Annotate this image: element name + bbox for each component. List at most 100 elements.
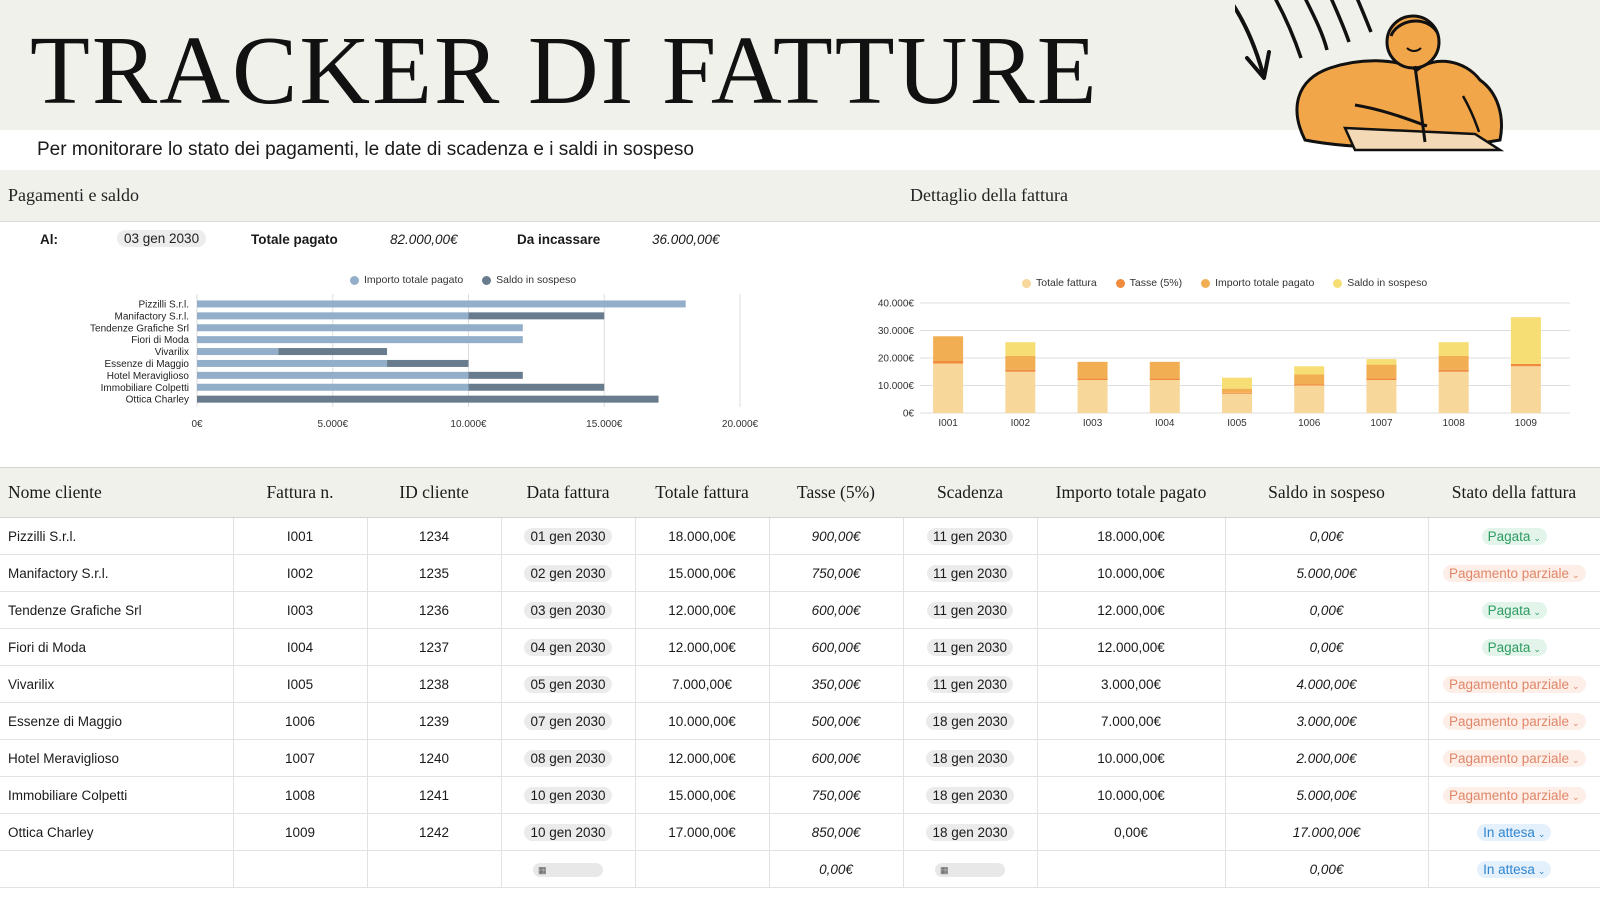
as-of-date[interactable]: 03 gen 2030 — [117, 230, 207, 247]
cell-balance[interactable]: 4.000,00€ — [1225, 665, 1429, 703]
cell-amount-paid[interactable]: 12.000,00€ — [1037, 591, 1226, 629]
cell-invoice-date[interactable]: 02 gen 2030 — [501, 554, 636, 592]
cell-amount-paid[interactable]: 10.000,00€ — [1037, 776, 1226, 814]
invoice-date[interactable]: 02 gen 2030 — [524, 564, 612, 582]
cell-invoice-no[interactable]: I004 — [233, 628, 368, 666]
cell-invoice-date[interactable]: 07 gen 2030 — [501, 702, 636, 740]
cell-client[interactable] — [0, 850, 234, 888]
cell-due-date[interactable]: 18 gen 2030 — [903, 702, 1038, 740]
cell-invoice-no[interactable]: I002 — [233, 554, 368, 592]
cell-due-date[interactable]: 18 gen 2030 — [903, 813, 1038, 851]
cell-invoice-no[interactable]: I005 — [233, 665, 368, 703]
cell-invoice-date[interactable]: 01 gen 2030 — [501, 517, 636, 555]
status-badge[interactable]: Pagamento parziale ⌄ — [1442, 749, 1586, 767]
cell-amount-paid[interactable]: 10.000,00€ — [1037, 739, 1226, 777]
cell-invoice-total[interactable]: 10.000,00€ — [635, 702, 770, 740]
cell-balance[interactable]: 3.000,00€ — [1225, 702, 1429, 740]
cell-status[interactable]: Pagamento parziale ⌄ — [1428, 702, 1600, 740]
cell-balance[interactable]: 2.000,00€ — [1225, 739, 1429, 777]
cell-balance[interactable]: 0,00€ — [1225, 850, 1429, 888]
table-row[interactable]: ▦ 0,00€ ▦ 0,00€ In attesa ⌄ — [0, 850, 1600, 888]
cell-client[interactable]: Pizzilli S.r.l. — [0, 517, 234, 555]
cell-invoice-date[interactable]: 10 gen 2030 — [501, 776, 636, 814]
status-badge[interactable]: Pagata ⌄ — [1481, 601, 1547, 619]
cell-tax[interactable]: 600,00€ — [769, 591, 904, 629]
cell-invoice-no[interactable]: 1009 — [233, 813, 368, 851]
cell-invoice-no[interactable]: I001 — [233, 517, 368, 555]
invoice-date[interactable]: 08 gen 2030 — [524, 749, 612, 767]
cell-invoice-date[interactable]: ▦ — [501, 850, 636, 888]
cell-invoice-total[interactable]: 7.000,00€ — [635, 665, 770, 703]
table-row[interactable]: Hotel Meraviglioso 1007 1240 08 gen 2030 12.… — [0, 739, 1600, 777]
cell-invoice-date[interactable]: 05 gen 2030 — [501, 665, 636, 703]
cell-amount-paid[interactable]: 18.000,00€ — [1037, 517, 1226, 555]
cell-invoice-no[interactable]: I003 — [233, 591, 368, 629]
col-header-tax[interactable]: Tasse (5%) — [769, 467, 903, 518]
cell-invoice-total[interactable]: 15.000,00€ — [635, 776, 770, 814]
cell-amount-paid[interactable]: 7.000,00€ — [1037, 702, 1226, 740]
due-date[interactable]: 18 gen 2030 — [926, 786, 1014, 804]
due-date[interactable]: 18 gen 2030 — [926, 749, 1014, 767]
calendar-icon[interactable]: ▦ — [935, 863, 1005, 878]
cell-invoice-total[interactable]: 17.000,00€ — [635, 813, 770, 851]
cell-invoice-total[interactable] — [635, 850, 770, 888]
due-date[interactable]: 11 gen 2030 — [926, 675, 1014, 693]
cell-status[interactable]: Pagamento parziale ⌄ — [1428, 665, 1600, 703]
cell-client[interactable]: Hotel Meraviglioso — [0, 739, 234, 777]
cell-amount-paid[interactable]: 10.000,00€ — [1037, 554, 1226, 592]
cell-invoice-date[interactable]: 04 gen 2030 — [501, 628, 636, 666]
status-badge[interactable]: In attesa ⌄ — [1477, 823, 1552, 841]
due-date[interactable]: 11 gen 2030 — [926, 564, 1014, 582]
invoice-date[interactable]: 04 gen 2030 — [524, 638, 612, 656]
cell-invoice-no[interactable]: 1007 — [233, 739, 368, 777]
cell-tax[interactable]: 350,00€ — [769, 665, 904, 703]
col-header-invoice-total[interactable]: Totale fattura — [635, 467, 769, 518]
due-date[interactable]: 11 gen 2030 — [926, 601, 1014, 619]
cell-status[interactable]: Pagata ⌄ — [1428, 628, 1600, 666]
col-header-invoice-no[interactable]: Fattura n. — [233, 467, 367, 518]
cell-client-id[interactable]: 1239 — [367, 702, 502, 740]
col-header-invoice-date[interactable]: Data fattura — [501, 467, 635, 518]
cell-balance[interactable]: 5.000,00€ — [1225, 554, 1429, 592]
col-header-client[interactable]: Nome cliente — [0, 467, 233, 518]
table-row[interactable]: Fiori di Moda I004 1237 04 gen 2030 12.000,0… — [0, 628, 1600, 666]
cell-status[interactable]: Pagata ⌄ — [1428, 591, 1600, 629]
cell-client-id[interactable] — [367, 850, 502, 888]
cell-status[interactable]: Pagamento parziale ⌄ — [1428, 554, 1600, 592]
cell-client-id[interactable]: 1238 — [367, 665, 502, 703]
due-date[interactable]: 18 gen 2030 — [926, 712, 1014, 730]
invoice-date[interactable]: 05 gen 2030 — [524, 675, 612, 693]
invoice-date[interactable]: 03 gen 2030 — [524, 601, 612, 619]
cell-invoice-date[interactable]: 03 gen 2030 — [501, 591, 636, 629]
cell-amount-paid[interactable]: 3.000,00€ — [1037, 665, 1226, 703]
cell-balance[interactable]: 5.000,00€ — [1225, 776, 1429, 814]
cell-client[interactable]: Immobiliare Colpetti — [0, 776, 234, 814]
cell-client[interactable]: Ottica Charley — [0, 813, 234, 851]
status-badge[interactable]: In attesa ⌄ — [1477, 860, 1552, 878]
table-row[interactable]: Essenze di Maggio 1006 1239 07 gen 2030 10.0… — [0, 702, 1600, 740]
cell-due-date[interactable]: 11 gen 2030 — [903, 665, 1038, 703]
cell-due-date[interactable]: ▦ — [903, 850, 1038, 888]
cell-due-date[interactable]: 18 gen 2030 — [903, 739, 1038, 777]
cell-client[interactable]: Tendenze Grafiche Srl — [0, 591, 234, 629]
cell-tax[interactable]: 500,00€ — [769, 702, 904, 740]
cell-due-date[interactable]: 18 gen 2030 — [903, 776, 1038, 814]
cell-invoice-no[interactable] — [233, 850, 368, 888]
cell-client-id[interactable]: 1234 — [367, 517, 502, 555]
cell-client-id[interactable]: 1242 — [367, 813, 502, 851]
cell-client-id[interactable]: 1235 — [367, 554, 502, 592]
cell-invoice-total[interactable]: 12.000,00€ — [635, 739, 770, 777]
cell-status[interactable]: Pagata ⌄ — [1428, 517, 1600, 555]
due-date[interactable]: 11 gen 2030 — [926, 638, 1014, 656]
cell-client-id[interactable]: 1237 — [367, 628, 502, 666]
cell-balance[interactable]: 17.000,00€ — [1225, 813, 1429, 851]
cell-invoice-no[interactable]: 1006 — [233, 702, 368, 740]
cell-client-id[interactable]: 1241 — [367, 776, 502, 814]
col-header-amount-paid[interactable]: Importo totale pagato — [1037, 467, 1225, 518]
cell-client[interactable]: Vivarilix — [0, 665, 234, 703]
cell-invoice-total[interactable]: 18.000,00€ — [635, 517, 770, 555]
cell-tax[interactable]: 0,00€ — [769, 850, 904, 888]
table-row[interactable]: Vivarilix I005 1238 05 gen 2030 7.000,00€ 350… — [0, 665, 1600, 703]
cell-status[interactable]: In attesa ⌄ — [1428, 850, 1600, 888]
cell-status[interactable]: Pagamento parziale ⌄ — [1428, 739, 1600, 777]
